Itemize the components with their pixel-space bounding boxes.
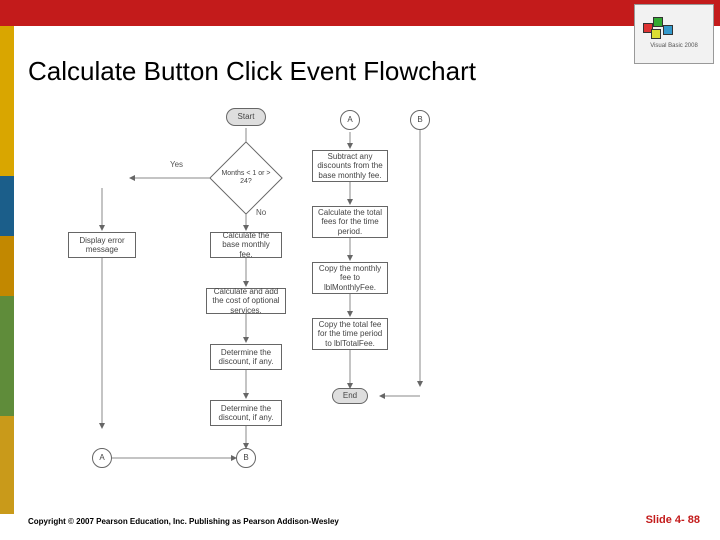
book-thumbnail: Visual Basic 2008 xyxy=(634,4,714,64)
slide-number: Slide 4- 88 xyxy=(646,514,700,526)
flowchart: Start Months < 1 or > 24? Yes No Display… xyxy=(60,108,620,484)
conn-b: B xyxy=(236,448,256,468)
node-discount: Determine the discount, if any. xyxy=(210,344,282,370)
top-bar xyxy=(0,0,720,26)
left-stripe xyxy=(0,26,14,514)
conn-a2: A xyxy=(340,110,360,130)
copyright: Copyright © 2007 Pearson Education, Inc.… xyxy=(28,517,339,526)
node-optional: Calculate and add the cost of optional s… xyxy=(206,288,286,314)
node-base-fee: Calculate the base monthly fee. xyxy=(210,232,282,258)
node-discount-dup: Determine the discount, if any. xyxy=(210,400,282,426)
node-start: Start xyxy=(226,108,266,126)
node-subtract: Subtract any discounts from the base mon… xyxy=(312,150,388,182)
conn-b2: B xyxy=(410,110,430,130)
node-total: Calculate the total fees for the time pe… xyxy=(312,206,388,238)
node-copy-total: Copy the total fee for the time period t… xyxy=(312,318,388,350)
book-caption: Visual Basic 2008 xyxy=(650,43,698,49)
node-error: Display error message xyxy=(68,232,136,258)
conn-a: A xyxy=(92,448,112,468)
node-copy-monthly: Copy the monthly fee to lblMonthlyFee. xyxy=(312,262,388,294)
node-end: End xyxy=(332,388,368,404)
label-no: No xyxy=(256,208,266,217)
slide-title: Calculate Button Click Event Flowchart xyxy=(28,56,476,87)
label-yes: Yes xyxy=(170,160,183,169)
